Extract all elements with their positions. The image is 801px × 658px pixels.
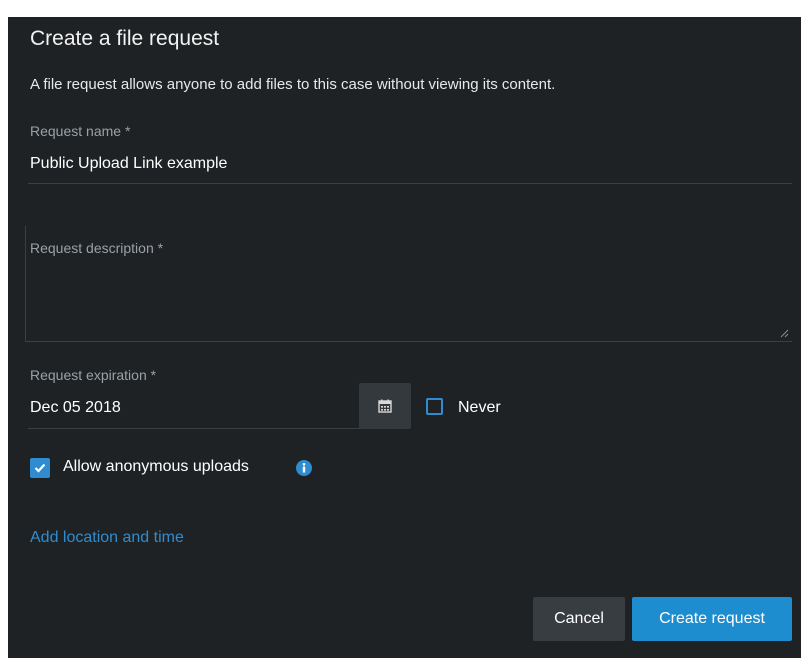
calendar-button[interactable] (359, 383, 411, 429)
request-expiration-input[interactable]: Dec 05 2018 (30, 399, 121, 417)
info-icon[interactable] (296, 460, 312, 476)
anonymous-uploads-checkbox[interactable] (30, 458, 50, 478)
resize-handle-icon[interactable] (780, 329, 789, 338)
request-name-underline (28, 183, 792, 184)
dialog-description: A file request allows anyone to add file… (30, 76, 556, 93)
never-checkbox[interactable] (426, 398, 443, 415)
request-name-label: Request name * (30, 123, 131, 139)
request-description-placeholder: Request description * (30, 240, 164, 256)
request-expiration-underline (28, 428, 360, 429)
checkmark-icon (34, 463, 46, 473)
calendar-icon (378, 399, 392, 413)
anonymous-uploads-label[interactable]: Allow anonymous uploads (63, 458, 249, 476)
file-request-dialog: Create a file request A file request all… (8, 17, 801, 658)
request-name-input[interactable]: Public Upload Link example (30, 155, 227, 173)
add-location-and-time-link[interactable]: Add location and time (30, 529, 184, 547)
request-expiration-label: Request expiration * (30, 367, 157, 383)
never-label[interactable]: Never (458, 399, 501, 417)
request-description-textarea[interactable]: Request description * (25, 226, 792, 342)
create-request-button[interactable]: Create request (632, 597, 792, 641)
cancel-button[interactable]: Cancel (533, 597, 625, 641)
dialog-title: Create a file request (30, 27, 220, 50)
